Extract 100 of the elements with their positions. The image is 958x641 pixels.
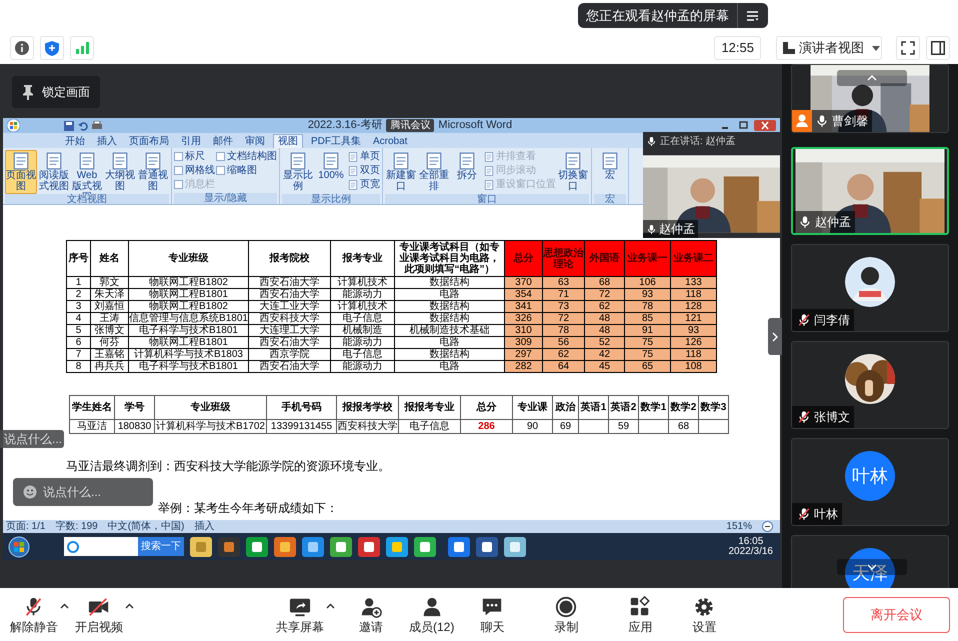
page-icon (322, 152, 340, 170)
leave-meeting-button[interactable]: 离开会议 (843, 596, 950, 632)
column-header: 业务课二 (670, 240, 716, 276)
pin-icon (22, 84, 34, 100)
info-button[interactable] (10, 36, 34, 60)
scroll-up-button[interactable] (837, 70, 907, 86)
toolbar-button[interactable]: 邀请 (347, 592, 395, 638)
ribbon-button[interactable]: 显示比例 (282, 150, 314, 194)
checkbox[interactable] (216, 152, 225, 161)
app-tile-icon[interactable] (302, 536, 324, 556)
app-tile-icon[interactable] (414, 536, 436, 556)
ribbon-button[interactable]: 页面视图 (5, 150, 37, 194)
ribbon-button[interactable]: 宏 (594, 150, 626, 194)
app-tile-icon[interactable] (504, 536, 526, 556)
toolbar-button[interactable]: 设置 (680, 592, 728, 638)
ribbon-button[interactable]: 大纲视图 (104, 150, 136, 194)
ribbon-button[interactable]: 双页 (360, 164, 380, 176)
caret-up-icon[interactable] (60, 602, 69, 608)
ribbon-group-label: 宏 (594, 194, 626, 204)
checkbox[interactable] (174, 152, 183, 161)
ribbon-button[interactable]: 阅读版式视图 (38, 150, 70, 194)
app-tile-icon[interactable] (246, 536, 268, 556)
ribbon-tab[interactable]: 页面布局 (125, 134, 173, 148)
checkbox[interactable] (216, 166, 225, 175)
ribbon-button[interactable]: 100% (315, 150, 347, 194)
column-header: 序号 (66, 240, 90, 276)
chat-box[interactable]: 说点什么... (13, 478, 153, 506)
save-icon[interactable] (64, 120, 74, 130)
caret-up-icon[interactable] (326, 602, 335, 608)
table-cell: 75 (624, 348, 670, 360)
ribbon-tab[interactable]: Acrobat (369, 134, 412, 148)
print-icon[interactable] (92, 120, 102, 130)
lock-view-button[interactable]: 锁定画面 (12, 76, 100, 108)
checkbox[interactable] (174, 166, 183, 175)
search-button[interactable]: 搜索一下 (138, 537, 184, 556)
table-cell: 电子信息 (330, 348, 394, 360)
table-cell: 电子科学与技术B1801 (128, 324, 248, 336)
sidebar-toggle-button[interactable] (926, 36, 950, 60)
toolbar-button[interactable]: 开启视频 (73, 592, 125, 638)
info-icon (15, 41, 29, 55)
ribbon-tab[interactable]: 插入 (93, 134, 121, 148)
meeting-badge: 腾讯会议 (386, 119, 434, 132)
caret-icon (872, 46, 880, 50)
zoom-out-icon[interactable] (762, 521, 773, 532)
ribbon-button[interactable]: 全部重排 (418, 150, 450, 194)
search-field[interactable]: 搜索一下 (64, 537, 184, 556)
caret-up-icon[interactable] (125, 602, 134, 608)
ribbon-tab[interactable]: 审阅 (241, 134, 269, 148)
collapse-handle[interactable] (768, 318, 782, 355)
chat-input[interactable]: 说点什么... (43, 483, 153, 501)
page-icon (458, 152, 476, 170)
page-icon (348, 152, 358, 162)
ribbon-tab[interactable]: 引用 (177, 134, 205, 148)
ribbon-tab[interactable]: 视图 (273, 134, 303, 148)
ribbon-button[interactable]: 单页 (360, 150, 380, 162)
participant-name: 闫李倩 (814, 312, 850, 329)
app-tile-icon[interactable] (358, 536, 380, 556)
ribbon-button[interactable]: 切换窗口 (557, 150, 589, 194)
ribbon-button[interactable]: 拆分 (451, 150, 483, 194)
table-cell: 91 (624, 324, 670, 336)
app-tile-icon[interactable] (274, 536, 296, 556)
ribbon-button[interactable]: 普通视图 (137, 150, 169, 194)
toolbar-button[interactable]: 录制 (542, 592, 590, 638)
security-button[interactable] (40, 36, 64, 60)
undo-icon[interactable] (78, 120, 88, 130)
toolbar-button[interactable]: 共享屏幕 (274, 592, 326, 638)
table-cell: 59 (608, 420, 638, 434)
toolbar-button[interactable]: 成员(12) (407, 592, 456, 638)
table-cell: 93 (670, 324, 716, 336)
table-cell: 电路 (394, 360, 504, 372)
table-cell: 计算机技术 (330, 300, 394, 312)
ribbon-tab[interactable]: PDF工具集 (307, 134, 365, 148)
app-tile-icon[interactable] (218, 536, 240, 556)
ribbon-tab[interactable]: 开始 (61, 134, 89, 148)
table-cell: 75 (624, 336, 670, 348)
ribbon-tab[interactable]: 邮件 (209, 134, 237, 148)
toolbar-button[interactable]: 解除静音 (8, 592, 60, 638)
page-icon (78, 152, 96, 170)
table-cell: 计算机科学与技术B1803 (128, 348, 248, 360)
fullscreen-button[interactable] (896, 36, 920, 60)
app-tile-icon[interactable] (448, 536, 470, 556)
close-icon[interactable] (754, 120, 776, 131)
toolbar-button[interactable]: 应用 (616, 592, 664, 638)
column-header: 姓名 (90, 240, 128, 276)
table-cell: 8 (66, 360, 90, 372)
app-tile-icon[interactable] (330, 536, 352, 556)
table-cell: 118 (670, 348, 716, 360)
app-tile-icon[interactable] (476, 536, 498, 556)
start-icon[interactable] (8, 536, 30, 558)
ribbon-button[interactable]: 新建窗口 (385, 150, 417, 194)
emoji-icon[interactable] (23, 485, 37, 499)
table-cell: 数据结构 (394, 348, 504, 360)
toolbar-button[interactable]: 聊天 (468, 592, 516, 638)
app-tile-icon[interactable] (190, 536, 212, 556)
column-header: 政治 (552, 396, 578, 420)
app-tile-icon[interactable] (386, 536, 408, 556)
ribbon-button[interactable]: 页宽 (360, 178, 380, 190)
table-cell: 西京学院 (248, 348, 330, 360)
office-logo-icon (7, 119, 20, 132)
view-mode-dropdown[interactable]: 演讲者视图 (776, 36, 882, 60)
